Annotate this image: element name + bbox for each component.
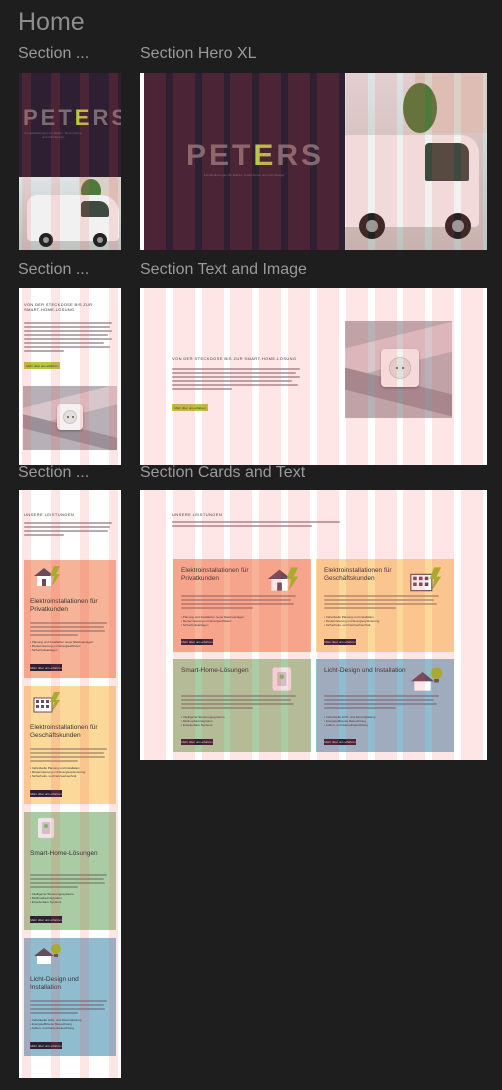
page-title: Home	[18, 8, 85, 36]
frame-label-mobile-hero[interactable]: Section ...	[18, 45, 89, 63]
card-button[interactable]: Mehr über uns erfahren	[30, 664, 62, 671]
card-button[interactable]: Mehr über uns erfahren	[30, 916, 62, 923]
bullet-item: Sicherheitsanlagen	[181, 623, 305, 627]
card-title: Licht-Design und Installation	[30, 976, 79, 991]
bullet-item: Erweiterbare Systeme	[30, 900, 112, 904]
socket-image	[23, 386, 117, 450]
service-card[interactable]: Elektroinstallationen für Privatkunden Pl…	[24, 560, 116, 678]
card-button[interactable]: Mehr über uns erfahren	[324, 739, 356, 745]
about-button[interactable]: Mehr über uns erfahren	[24, 362, 60, 369]
frame-label-mobile-text-image[interactable]: Section ...	[18, 261, 89, 279]
card-bullets: Individuelle Licht- und AkzentplanungEne…	[30, 1018, 112, 1030]
service-card[interactable]: Elektroinstallationen für Privatkunden Pl…	[173, 559, 311, 652]
service-card[interactable]: Smart-Home-Lösungen Intelligente Steuerun…	[173, 659, 311, 752]
frame-label-cards[interactable]: Section Cards and Text	[140, 464, 305, 482]
card-description	[30, 622, 110, 638]
card-button[interactable]: Mehr über uns erfahren	[181, 639, 213, 645]
van-photo	[345, 73, 487, 250]
card-description	[30, 1000, 110, 1016]
bullet-item: Außen- und Gartenbeleuchtung	[30, 1026, 112, 1030]
card-title: Elektroinstallationen für Privatkunden	[30, 598, 98, 613]
section-paragraph	[24, 522, 114, 538]
service-card[interactable]: Smart-Home-Lösungen Intelligente Steuerun…	[24, 812, 116, 930]
card-bullets: Intelligente SteuerungssystemeMultimedia…	[30, 892, 112, 904]
socket-image	[345, 321, 452, 418]
card-button[interactable]: Mehr über uns erfahren	[30, 1042, 62, 1049]
bullet-item: Erweiterbare Systeme	[181, 723, 305, 727]
card-bullets: Individuelle Planung und InstallationMod…	[30, 766, 112, 778]
card-bullets: Planung und Installation neuer Elektroan…	[30, 640, 112, 652]
card-bullets: Individuelle Licht- und AkzentplanungEne…	[324, 715, 448, 727]
frame-label-mobile-cards[interactable]: Section ...	[18, 464, 89, 482]
van-photo	[19, 177, 121, 250]
lightbulb-house-icon	[32, 942, 62, 971]
section-paragraph	[172, 368, 302, 392]
card-title: Elektroinstallationen für Privatkunden	[181, 567, 249, 582]
section-heading: UNSERE LEISTUNGEN	[172, 512, 223, 517]
hero-logo: PETERS	[186, 139, 325, 172]
section-paragraph	[24, 322, 114, 354]
card-title: Elektroinstallationen für Geschäftskunde…	[30, 724, 98, 739]
section-paragraph	[172, 521, 342, 529]
mobile-text-image-frame[interactable]: VON DER STECKDOSE BIS ZUR SMART-HOME-LÖS…	[19, 288, 121, 465]
house-icon	[265, 565, 301, 598]
card-title: Smart-Home-Lösungen	[181, 667, 249, 674]
card-description	[30, 874, 110, 890]
bullet-item: Sicherheits- und Netzwerktechnik	[30, 774, 112, 778]
hero-tagline: Komplettlösungen für Elektro, Smart-Home…	[203, 173, 285, 177]
card-button[interactable]: Mehr über uns erfahren	[181, 739, 213, 745]
section-heading: VON DER STECKDOSE BIS ZUR SMART-HOME-LÖS…	[24, 302, 93, 312]
card-title: Elektroinstallationen für Geschäftskunde…	[324, 567, 392, 582]
service-card[interactable]: Elektroinstallationen für Geschäftskunde…	[24, 686, 116, 804]
bullet-item: Außen- und Gartenbeleuchtung	[324, 723, 448, 727]
card-button[interactable]: Mehr über uns erfahren	[30, 790, 62, 797]
bullet-item: Sicherheitsanlagen	[30, 648, 112, 652]
mobile-hero-frame[interactable]: PETERS Komplettlösungen für Elektro, Sma…	[19, 73, 121, 250]
card-button[interactable]: Mehr über uns erfahren	[324, 639, 356, 645]
card-description	[181, 595, 301, 611]
mobile-cards-frame[interactable]: UNSERE LEISTUNGEN Elektroinstallationen …	[19, 490, 121, 1078]
card-description	[324, 595, 444, 611]
service-card[interactable]: Licht-Design und Installation Individuell…	[24, 938, 116, 1056]
frame-label-hero[interactable]: Section Hero XL	[140, 45, 257, 63]
hero-frame[interactable]: PETERS Komplettlösungen für Elektro, Sma…	[140, 73, 487, 250]
building-icon	[32, 690, 62, 719]
section-heading: UNSERE LEISTUNGEN	[24, 512, 75, 517]
smart-switch-icon	[265, 665, 301, 698]
hero-logo: PETERS	[23, 105, 121, 130]
about-button[interactable]: Mehr über uns erfahren	[172, 404, 208, 411]
text-image-frame[interactable]: VON DER STECKDOSE BIS ZUR SMART-HOME-LÖS…	[140, 288, 487, 465]
card-title: Smart-Home-Lösungen	[30, 850, 98, 857]
lightbulb-house-icon	[408, 665, 444, 698]
bullet-item: Sicherheits- und Netzwerktechnik	[324, 623, 448, 627]
cards-frame[interactable]: UNSERE LEISTUNGEN Elektroinstallationen …	[140, 490, 487, 760]
frame-label-text-image[interactable]: Section Text and Image	[140, 261, 307, 279]
card-description	[324, 695, 444, 711]
card-bullets: Intelligente SteuerungssystemeMultimedia…	[181, 715, 305, 727]
service-card[interactable]: Licht-Design und Installation Individuell…	[316, 659, 454, 752]
building-icon	[408, 565, 444, 598]
card-description	[30, 748, 110, 764]
card-description	[181, 695, 301, 711]
card-bullets: Planung und Installation neuer Elektroan…	[181, 615, 305, 627]
card-bullets: Individuelle Planung und InstallationMod…	[324, 615, 448, 627]
card-title: Licht-Design und Installation	[324, 667, 406, 674]
section-heading: VON DER STECKDOSE BIS ZUR SMART-HOME-LÖS…	[172, 356, 297, 361]
house-icon	[32, 564, 62, 593]
smart-switch-icon	[32, 816, 62, 845]
service-card[interactable]: Elektroinstallationen für Geschäftskunde…	[316, 559, 454, 652]
hero-tagline: Komplettlösungen für Elektro, Smart-Home…	[24, 131, 82, 139]
